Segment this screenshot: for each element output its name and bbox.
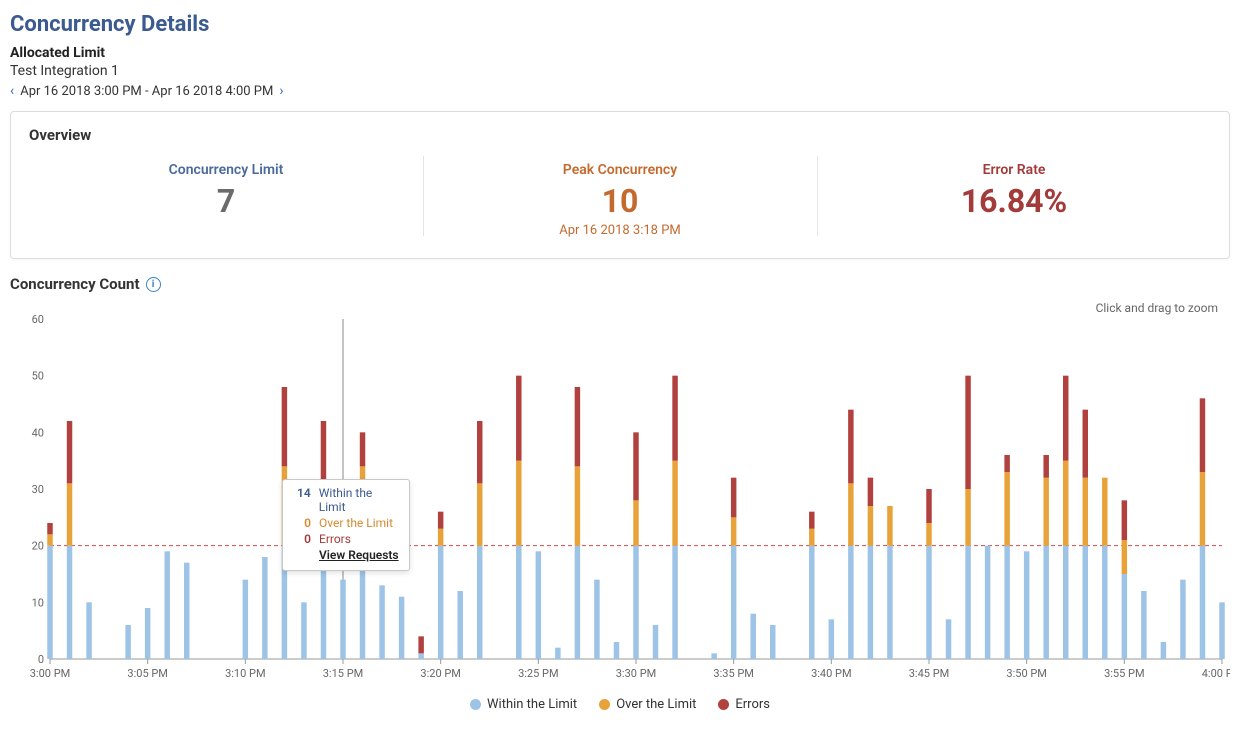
chevron-left-icon[interactable]: ‹ (10, 83, 14, 99)
svg-text:3:10 PM: 3:10 PM (225, 667, 265, 680)
tooltip-view-requests-link[interactable]: View Requests (319, 548, 401, 562)
overview-card: Overview Concurrency Limit 7 Peak Concur… (10, 111, 1230, 259)
svg-text:50: 50 (32, 370, 44, 383)
page-title: Concurrency Details (10, 12, 1230, 37)
tooltip-within-num: 14 (291, 486, 311, 514)
svg-text:3:00 PM: 3:00 PM (30, 667, 70, 680)
svg-text:4:00 PM: 4:00 PM (1202, 667, 1230, 680)
legend-errors[interactable]: Errors (718, 697, 770, 712)
zoom-hint: Click and drag to zoom (1096, 301, 1218, 315)
legend-over-label: Over the Limit (616, 697, 696, 712)
svg-text:3:35 PM: 3:35 PM (713, 667, 753, 680)
chart-tooltip: 14 Within the Limit 0 Over the Limit 0 E… (282, 479, 410, 571)
peak-concurrency-value: 10 (423, 184, 817, 219)
svg-text:3:20 PM: 3:20 PM (420, 667, 460, 680)
concurrency-chart[interactable]: 0 10 20 30 40 50 60 3:00 PM 3:05 PM 3:10 PM 3:15 P… (20, 307, 1230, 687)
swatch-over-icon (599, 699, 610, 710)
tooltip-err-num: 0 (291, 532, 311, 546)
peak-concurrency-label: Peak Concurrency (423, 162, 817, 178)
section-header: Concurrency Count i (10, 275, 1230, 293)
legend-over[interactable]: Over the Limit (599, 697, 696, 712)
section-title: Concurrency Count (10, 275, 140, 293)
svg-text:20: 20 (32, 540, 44, 553)
svg-text:0: 0 (38, 653, 44, 666)
error-rate-label: Error Rate (817, 162, 1211, 178)
svg-text:3:40 PM: 3:40 PM (811, 667, 851, 680)
tooltip-within-label: Within the Limit (319, 486, 401, 514)
peak-concurrency-time: Apr 16 2018 3:18 PM (423, 223, 817, 238)
legend-within[interactable]: Within the Limit (470, 697, 577, 712)
info-icon[interactable]: i (146, 277, 161, 292)
svg-text:3:30 PM: 3:30 PM (616, 667, 656, 680)
chart-container: Click and drag to zoom 0 10 20 30 40 50 60 3:00… (10, 301, 1230, 712)
svg-text:60: 60 (32, 313, 44, 326)
date-range-nav: ‹ Apr 16 2018 3:00 PM - Apr 16 2018 4:00… (10, 83, 1230, 99)
svg-text:30: 30 (32, 483, 44, 496)
legend-errors-label: Errors (735, 697, 770, 712)
integration-name: Test Integration 1 (10, 63, 1230, 79)
tooltip-err-label: Errors (319, 532, 351, 546)
concurrency-limit-value: 7 (29, 184, 423, 219)
chevron-right-icon[interactable]: › (279, 83, 283, 99)
swatch-errors-icon (718, 699, 729, 710)
concurrency-limit-label: Concurrency Limit (29, 162, 423, 178)
legend-within-label: Within the Limit (487, 697, 577, 712)
overview-title: Overview (29, 126, 1211, 144)
tooltip-over-label: Over the Limit (319, 516, 393, 530)
svg-text:3:45 PM: 3:45 PM (909, 667, 949, 680)
svg-text:3:50 PM: 3:50 PM (1006, 667, 1046, 680)
svg-text:40: 40 (32, 427, 44, 440)
svg-text:3:05 PM: 3:05 PM (127, 667, 167, 680)
chart-legend: Within the Limit Over the Limit Errors (20, 697, 1220, 712)
date-range-text: Apr 16 2018 3:00 PM - Apr 16 2018 4:00 P… (20, 84, 273, 99)
svg-text:3:55 PM: 3:55 PM (1104, 667, 1144, 680)
svg-text:3:15 PM: 3:15 PM (323, 667, 363, 680)
overview-concurrency-limit: Concurrency Limit 7 (29, 162, 423, 219)
swatch-within-icon (470, 699, 481, 710)
allocated-limit-label: Allocated Limit (10, 45, 1230, 61)
tooltip-over-num: 0 (291, 516, 311, 530)
error-rate-value: 16.84% (817, 184, 1211, 219)
svg-text:3:25 PM: 3:25 PM (518, 667, 558, 680)
svg-text:10: 10 (32, 597, 44, 610)
overview-peak-concurrency: Peak Concurrency 10 Apr 16 2018 3:18 PM (423, 162, 817, 238)
overview-error-rate: Error Rate 16.84% (817, 162, 1211, 219)
